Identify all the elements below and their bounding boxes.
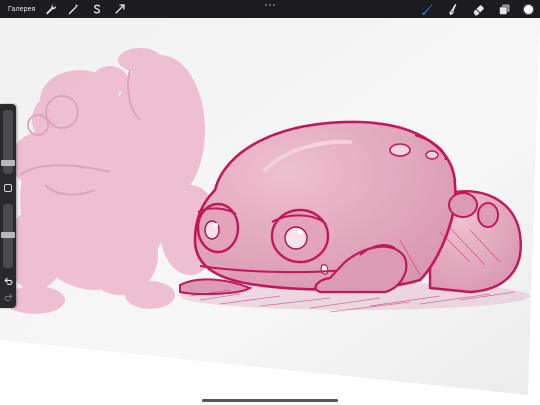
modify-button[interactable] <box>4 184 12 192</box>
adjustments-wand-icon[interactable] <box>67 2 81 16</box>
actions-wrench-icon[interactable] <box>44 2 58 16</box>
smudge-icon[interactable] <box>445 2 459 16</box>
opacity-slider[interactable] <box>1 204 15 268</box>
brush-size-thumb[interactable] <box>1 160 15 166</box>
brush-size-slider[interactable] <box>1 110 15 174</box>
drawing-canvas[interactable] <box>0 18 540 405</box>
artwork <box>0 18 540 405</box>
gallery-button[interactable]: Галерея <box>8 6 36 13</box>
color-picker-button[interactable] <box>523 3 534 15</box>
redo-icon[interactable] <box>3 292 13 302</box>
opacity-thumb[interactable] <box>1 232 15 238</box>
selection-s-icon[interactable] <box>90 2 104 16</box>
eraser-icon[interactable] <box>471 2 485 16</box>
home-indicator <box>202 399 338 402</box>
brush-sidebar <box>0 104 16 308</box>
transform-arrow-icon[interactable] <box>113 2 127 16</box>
toolbar-grabber[interactable] <box>264 3 276 7</box>
layers-icon[interactable] <box>497 2 511 16</box>
top-toolbar: Галерея <box>0 0 540 18</box>
undo-icon[interactable] <box>3 276 13 286</box>
brush-icon[interactable] <box>419 2 433 16</box>
